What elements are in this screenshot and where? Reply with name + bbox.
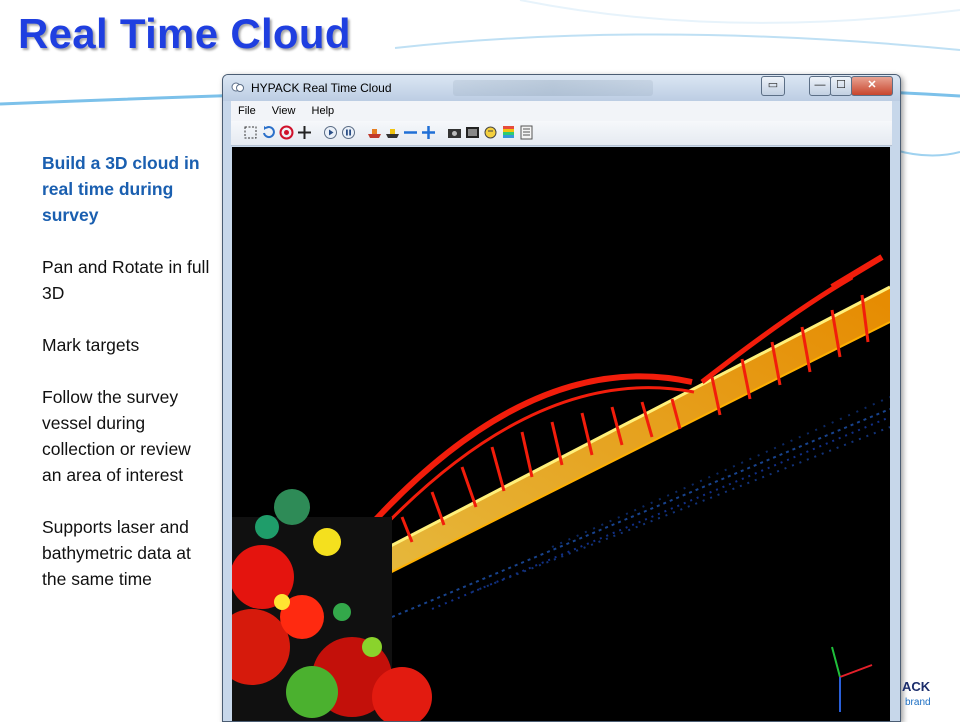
maximize-button[interactable]: ☐ [830, 76, 852, 96]
minimize-button[interactable]: — [809, 76, 831, 96]
menu-view[interactable]: View [265, 101, 302, 117]
vessel-follow-icon[interactable] [385, 125, 400, 140]
feature-item-mark-targets: Mark targets [42, 335, 140, 355]
zoom-out-icon[interactable] [403, 125, 418, 140]
menu-bar: File View Help [231, 101, 892, 121]
menu-file[interactable]: File [231, 101, 262, 117]
close-button[interactable]: ✕ [851, 76, 893, 96]
titlebar-background-ghost [453, 80, 653, 96]
feature-list: Build a 3D cloud in real time during sur… [42, 150, 212, 618]
film-icon[interactable] [465, 125, 480, 140]
pause-icon[interactable] [341, 125, 356, 140]
bridge-arches [364, 254, 884, 543]
footer-brand-text: brand [905, 697, 931, 708]
window-title: HYPACK Real Time Cloud [251, 81, 392, 95]
camera-icon[interactable] [447, 125, 462, 140]
target-icon[interactable] [279, 125, 294, 140]
select-region-icon[interactable] [243, 125, 258, 140]
zoom-in-icon[interactable] [421, 125, 436, 140]
feature-item-laser-bathy: Supports laser and bathymetric data at t… [42, 517, 191, 589]
vessel-icon[interactable] [367, 125, 382, 140]
feature-item-build-cloud: Build a 3D cloud in real time during sur… [42, 153, 200, 225]
list-icon[interactable] [519, 125, 534, 140]
toolbar [231, 121, 892, 146]
crosshair-icon[interactable] [297, 125, 312, 140]
feature-item-follow-vessel: Follow the survey vessel during collecti… [42, 387, 191, 485]
restore-button[interactable]: ▭ [761, 76, 785, 96]
point-cloud-render [232, 254, 890, 721]
menu-help[interactable]: Help [305, 101, 341, 117]
window-titlebar[interactable]: HYPACK Real Time Cloud ▭ — ☐ ✕ [223, 75, 900, 101]
point-cloud-viewport[interactable] [232, 147, 890, 721]
axis-gizmo [831, 646, 873, 712]
refresh-icon[interactable] [261, 125, 276, 140]
vegetation-points [232, 489, 432, 721]
slide-title: Real Time Cloud [18, 10, 351, 57]
app-window: HYPACK Real Time Cloud ▭ — ☐ ✕ File View… [222, 74, 901, 722]
color-scale-icon[interactable] [501, 125, 516, 140]
app-icon [231, 82, 244, 92]
play-icon[interactable] [323, 125, 338, 140]
footer-logo-text: ACK [902, 679, 931, 694]
marker-icon[interactable] [483, 125, 498, 140]
feature-item-pan-rotate: Pan and Rotate in full 3D [42, 257, 210, 303]
